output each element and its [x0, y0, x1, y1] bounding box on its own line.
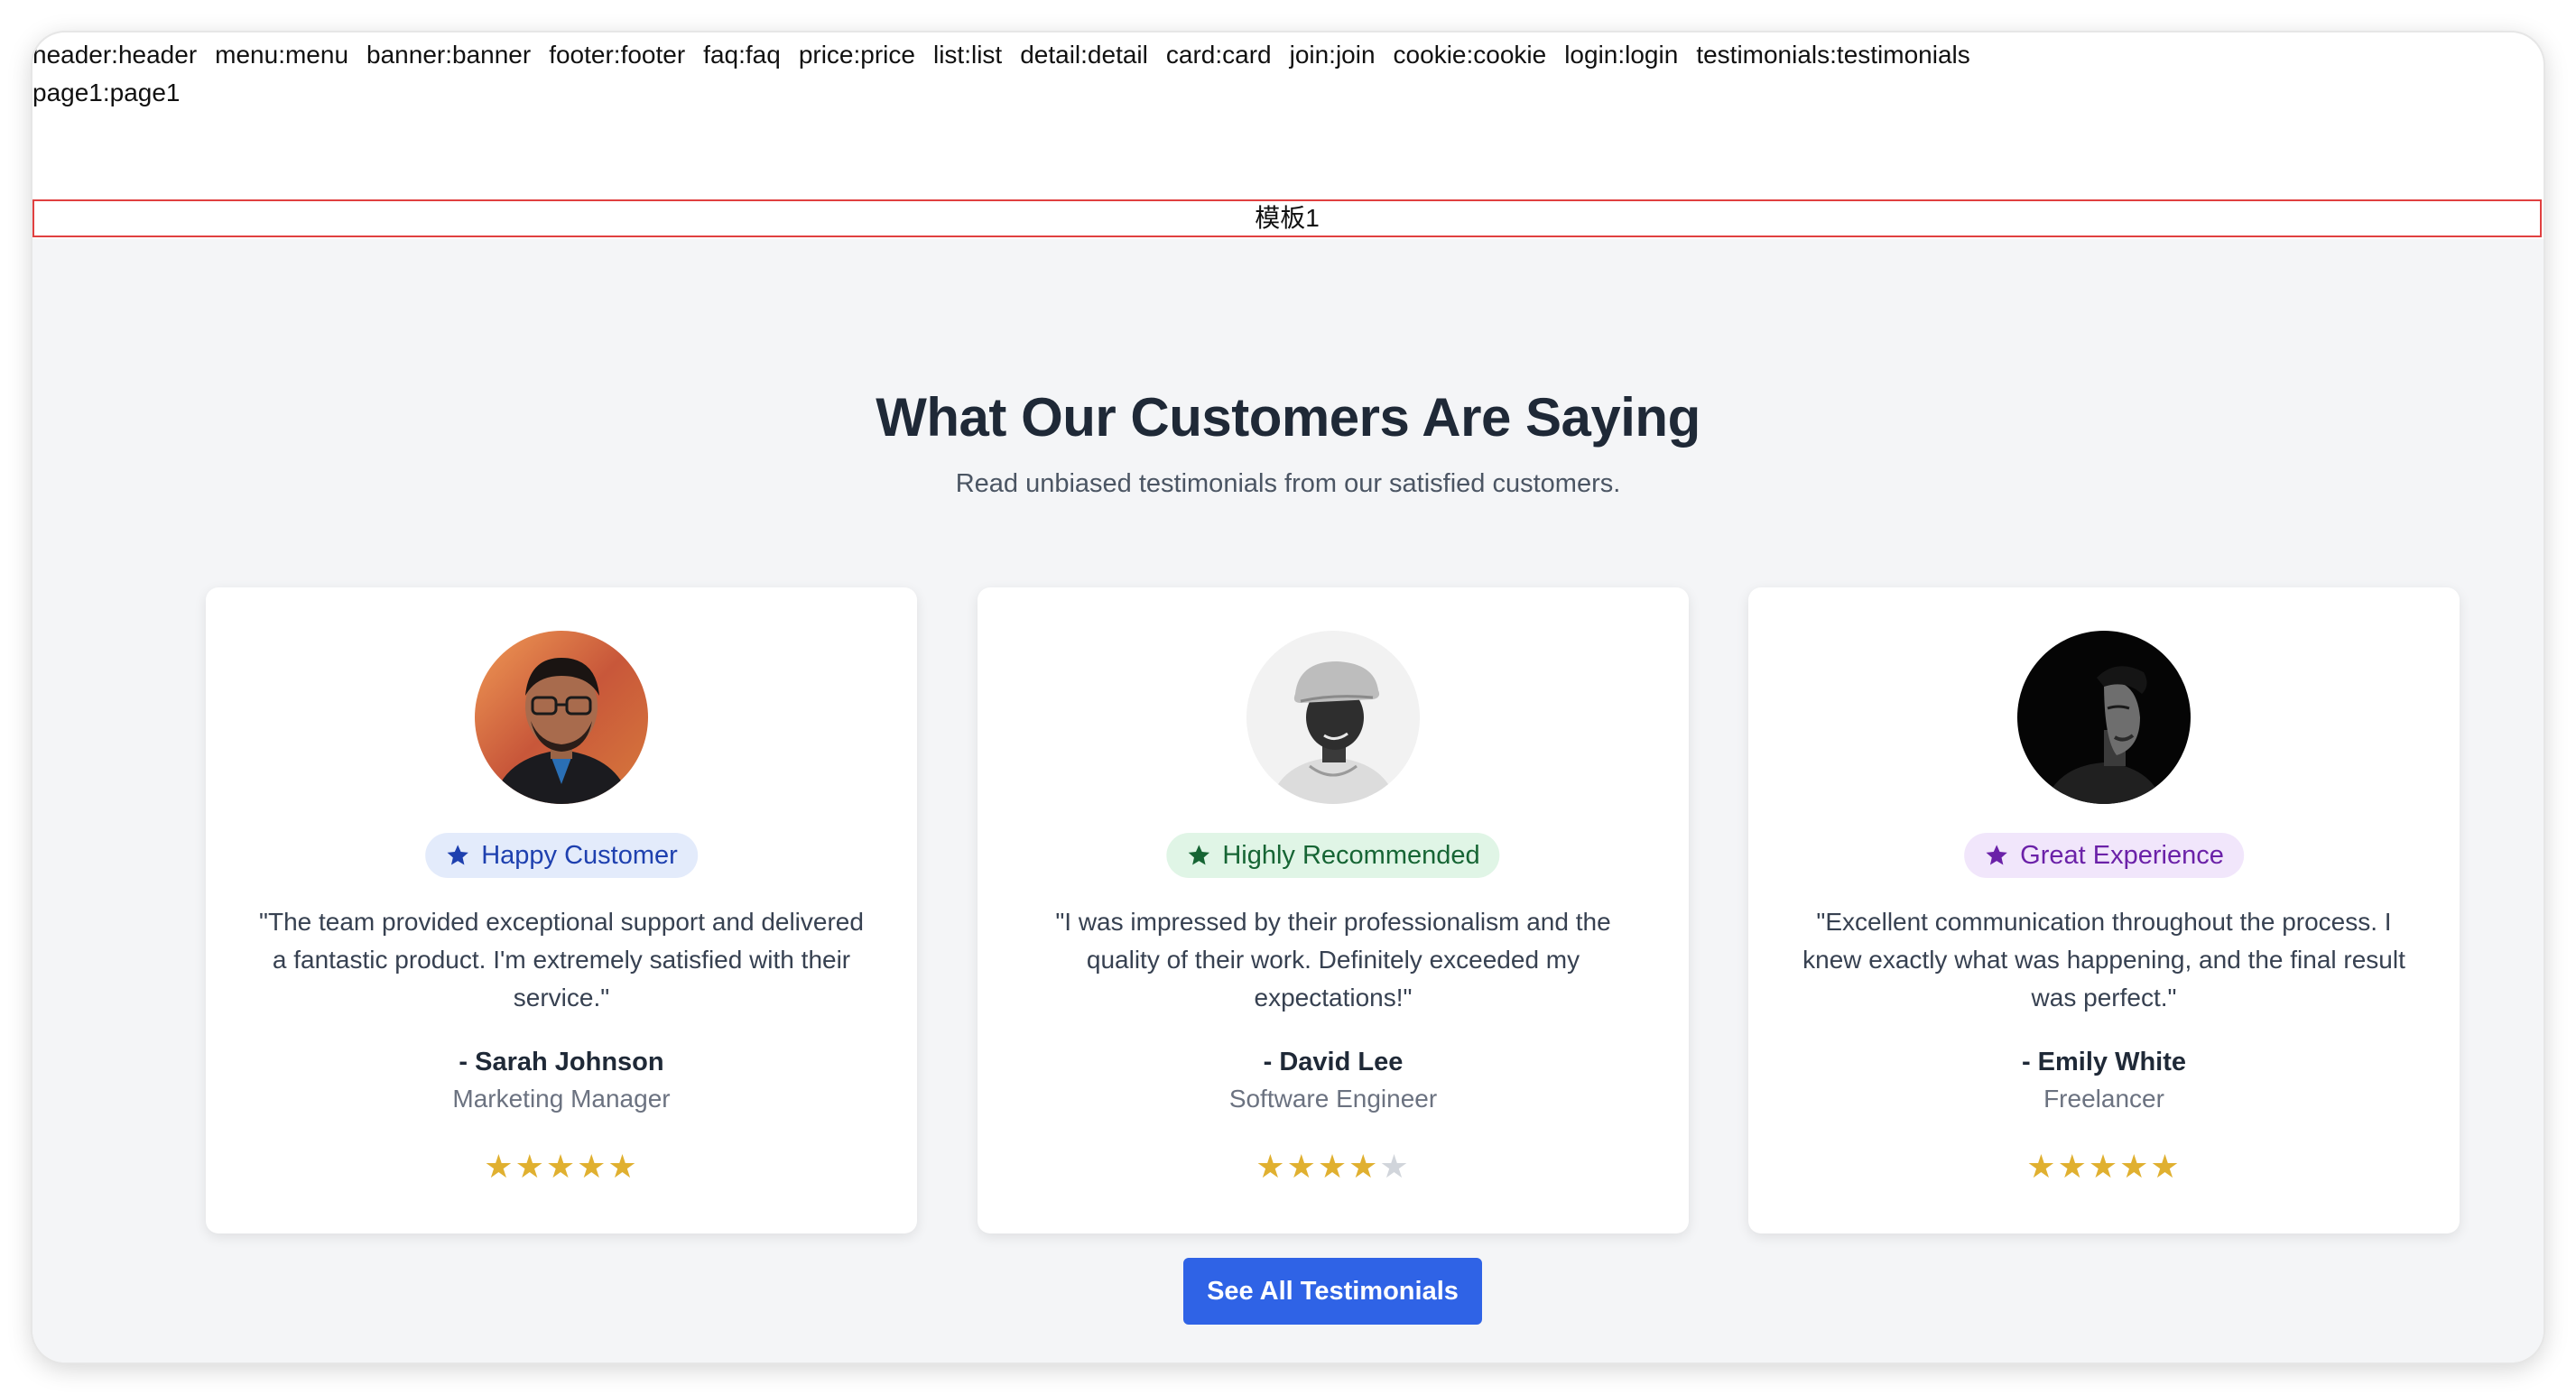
testimonial-card: Highly Recommended "I was impressed by t… — [978, 587, 1689, 1233]
badge-label: Great Experience — [2020, 840, 2224, 870]
star-filled-icon: ★ — [1286, 1148, 1318, 1185]
nav-link-page1[interactable]: page1:page1 — [32, 74, 181, 112]
nav-link-header[interactable]: header:header — [32, 36, 197, 74]
star-filled-icon: ★ — [2150, 1148, 2182, 1185]
nav-link-price[interactable]: price:price — [799, 36, 915, 74]
star-filled-icon: ★ — [1317, 1148, 1349, 1185]
star-icon — [1984, 843, 2009, 868]
testimonial-quote: "Excellent communication throughout the … — [1802, 908, 2405, 1012]
rating-stars: ★★★★★ — [978, 1149, 1689, 1185]
testimonial-author: - Emily White — [2021, 1048, 2187, 1076]
avatar — [475, 631, 648, 804]
avatar — [1246, 631, 1420, 804]
avatar-image — [1246, 631, 1420, 804]
rating-stars: ★★★★★ — [1748, 1149, 2460, 1185]
nav-link-banner[interactable]: banner:banner — [366, 36, 531, 74]
nav-link-list[interactable]: list:list — [933, 36, 1002, 74]
star-filled-icon: ★ — [2119, 1148, 2151, 1185]
star-icon — [445, 843, 470, 868]
testimonial-role: Marketing Manager — [452, 1085, 671, 1113]
badge-label: Highly Recommended — [1222, 840, 1480, 870]
nav-link-menu[interactable]: menu:menu — [215, 36, 348, 74]
star-filled-icon: ★ — [2026, 1148, 2058, 1185]
see-all-testimonials-button[interactable]: See All Testimonials — [1183, 1258, 1482, 1325]
browser-window: header:header menu:menu banner:banner foote… — [32, 32, 2544, 1363]
testimonial-card: Great Experience "Excellent communicatio… — [1748, 587, 2460, 1233]
nav-link-footer[interactable]: footer:footer — [549, 36, 685, 74]
badge: Happy Customer — [425, 833, 698, 878]
avatar-image — [475, 631, 648, 804]
star-filled-icon: ★ — [607, 1148, 639, 1185]
nav-link-join[interactable]: join:join — [1290, 36, 1376, 74]
testimonial-quote: "I was impressed by their professionalis… — [1055, 908, 1611, 1012]
badge: Highly Recommended — [1166, 833, 1500, 878]
testimonials-section: What Our Customers Are Saying Read unbia… — [32, 239, 2544, 1363]
template-label: 模板1 — [32, 199, 2542, 237]
nav-link-testimonials[interactable]: testimonials:testimonials — [1696, 36, 1969, 74]
badge-label: Happy Customer — [481, 840, 678, 870]
testimonial-role: Software Engineer — [1228, 1085, 1438, 1113]
star-filled-icon: ★ — [545, 1148, 578, 1185]
avatar-image — [2017, 631, 2191, 804]
nav-link-login[interactable]: login:login — [1564, 36, 1678, 74]
section-title: What Our Customers Are Saying — [876, 387, 1700, 448]
nav-link-cookie[interactable]: cookie:cookie — [1394, 36, 1547, 74]
star-filled-icon: ★ — [2057, 1148, 2089, 1185]
testimonial-author: - David Lee — [1263, 1048, 1404, 1076]
star-icon — [1186, 843, 1211, 868]
star-empty-icon: ★ — [1379, 1148, 1411, 1185]
nav-link-faq[interactable]: faq:faq — [703, 36, 781, 74]
rating-stars: ★★★★★ — [206, 1149, 917, 1185]
badge: Great Experience — [1964, 833, 2244, 878]
star-filled-icon: ★ — [484, 1148, 515, 1185]
testimonial-role: Freelancer — [2043, 1085, 2164, 1113]
star-filled-icon: ★ — [1348, 1148, 1380, 1185]
star-filled-icon: ★ — [2088, 1148, 2120, 1185]
nav-link-card[interactable]: card:card — [1166, 36, 1272, 74]
section-subtitle: Read unbiased testimonials from our sati… — [955, 469, 1621, 498]
testimonial-quote: "The team provided exceptional support a… — [259, 908, 864, 1012]
testimonial-card: Happy Customer "The team provided except… — [206, 587, 917, 1233]
star-filled-icon: ★ — [1256, 1148, 1287, 1185]
avatar — [2017, 631, 2191, 804]
nav-link-detail[interactable]: detail:detail — [1020, 36, 1148, 74]
testimonial-author: - Sarah Johnson — [459, 1048, 664, 1076]
star-filled-icon: ★ — [577, 1148, 608, 1185]
star-filled-icon: ★ — [514, 1148, 546, 1185]
nav-links: header:header menu:menu banner:banner foote… — [32, 36, 2199, 112]
